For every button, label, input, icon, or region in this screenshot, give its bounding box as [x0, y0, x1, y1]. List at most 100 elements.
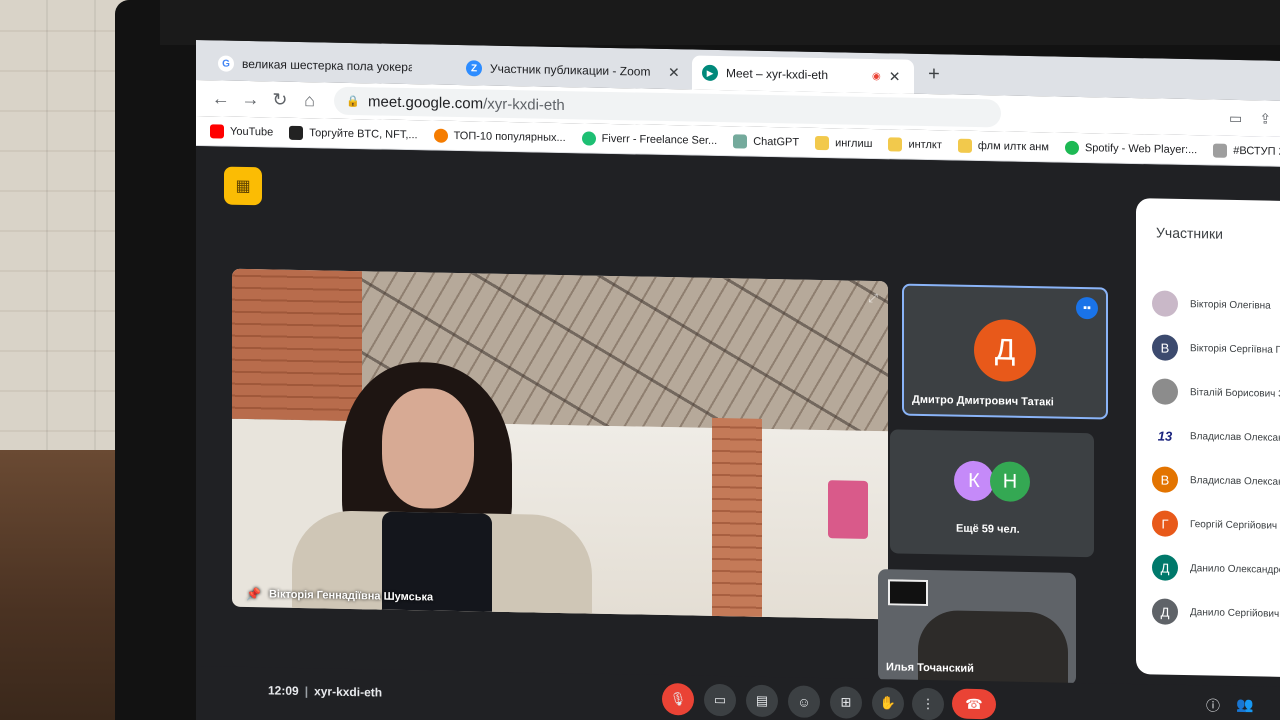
main-speaker-name: Вікторія Геннадіївна Шумська	[268, 588, 434, 604]
meeting-code: xyr-kxdi-eth	[314, 684, 383, 700]
close-tab-icon[interactable]: ✕	[889, 68, 901, 85]
bookmark-label: инглиш	[835, 136, 873, 150]
captions-icon[interactable]: ▤	[746, 684, 778, 718]
fiverr-icon	[581, 130, 596, 146]
people-icon[interactable]: 👥	[1236, 696, 1253, 713]
participant-avatar: В	[1152, 466, 1178, 493]
video-pillar	[712, 417, 762, 619]
present-screen-icon[interactable]: ⊞	[830, 686, 862, 719]
participant-row[interactable]: Д Данило Сергійович Іпп...	[1152, 598, 1280, 627]
spotify-icon	[1064, 140, 1079, 155]
participant-row[interactable]: В Владислав Олександр...	[1152, 466, 1280, 495]
info-icon[interactable]: ⓘ	[1206, 695, 1220, 715]
bookmark-folder[interactable]: флм илтк анм	[957, 138, 1049, 154]
bookmark-fiverr[interactable]: Fiverr - Freelance Ser...	[581, 130, 718, 148]
emoji-icon[interactable]: ☺	[788, 685, 820, 718]
google-icon: G	[218, 55, 234, 72]
cast-icon[interactable]: ▭	[1221, 102, 1251, 135]
expand-icon[interactable]: ⤢	[868, 291, 878, 306]
participant-tile-active[interactable]: Д ▪▪ Дмитро Дмитрович Татакі	[902, 283, 1108, 420]
participant-row[interactable]: Д Данило Олександров...	[1152, 554, 1280, 583]
bookmark-label: интлкт	[908, 138, 942, 151]
reload-icon[interactable]: ↻	[265, 83, 295, 116]
participant-row[interactable]: Вікторія Олегівна	[1152, 290, 1271, 318]
participant-avatar: Д	[1152, 554, 1178, 581]
participant-tile-group[interactable]: К Н Ещё 59 чел.	[890, 429, 1094, 558]
participants-panel: Участники Вікторія Олегівна В Вікторія С…	[1136, 198, 1280, 678]
participant-name: Вікторія Сергіївна Гу	[1190, 342, 1280, 356]
participant-name: Владислав Олександр...	[1190, 474, 1280, 488]
participant-avatar: Д	[974, 318, 1036, 383]
participant-name: Владислав Олександр	[1190, 430, 1280, 444]
participant-name: Илья Точанский	[886, 661, 974, 675]
more-options-icon[interactable]: ⋮	[912, 687, 944, 720]
participant-row[interactable]: 13 Владислав Олександр	[1152, 422, 1280, 451]
bookmark-folder[interactable]: интлкт	[888, 136, 942, 152]
meet-control-bar: 12:09 | xyr-kxdi-eth 🎙 ▭ ▤ ☺ ⊞ ✋ ⋮ ☎ ⓘ 👥	[196, 666, 1280, 720]
pin-icon[interactable]: 📌	[246, 587, 261, 601]
site-icon	[1213, 143, 1228, 158]
participant-name: Данило Сергійович Іпп...	[1190, 606, 1280, 620]
mic-off-icon[interactable]: 🎙	[662, 682, 694, 716]
bookmark-label: ChatGPT	[753, 135, 800, 149]
tab-title: Участник публикации - Zoom	[490, 61, 651, 79]
bookmark-vstup[interactable]: #ВСТУП 2023 | e	[1213, 143, 1280, 159]
meet-stage: ▦ ⤢ 📌 Вікторія Геннадіївна Шумська Д ▪▪ …	[196, 146, 1280, 720]
participant-row[interactable]: В Вікторія Сергіївна Гу	[1152, 334, 1280, 363]
lock-icon: 🔒	[346, 95, 361, 108]
bookmark-label: #ВСТУП 2023 | e	[1233, 144, 1280, 158]
tab-zoom[interactable]: Z Участник публикации - Zoom ✕	[456, 51, 690, 89]
participant-avatar: В	[1152, 334, 1178, 361]
speaking-indicator-icon: ▪▪	[1076, 296, 1098, 320]
participant-avatar	[1152, 290, 1178, 317]
url-domain: meet.google.com	[368, 92, 484, 113]
laptop-bezel-top	[160, 0, 1280, 45]
bookmark-label: Spotify - Web Player:...	[1084, 141, 1198, 156]
participant-name: Данило Олександров...	[1190, 562, 1280, 576]
meeting-time: 12:09	[268, 683, 299, 698]
participant-row[interactable]: Віталій Борисович За	[1152, 378, 1280, 407]
video-person	[272, 359, 592, 620]
participant-row[interactable]: Г Георгій Сергійович Ко	[1152, 510, 1280, 539]
meeting-time-and-code: 12:09 | xyr-kxdi-eth	[268, 683, 383, 700]
tab-meet[interactable]: ▶ Meet – xyr-kxdi-eth ◉ ✕	[692, 55, 914, 94]
video-cloth	[828, 480, 868, 539]
tab-google-search[interactable]: G великая шестерка пола уокера - Г	[208, 46, 422, 84]
folder-icon	[957, 138, 972, 153]
folder-icon	[888, 136, 903, 152]
back-icon[interactable]: ←	[206, 82, 236, 115]
bookmark-label: ТОП-10 популярных...	[453, 129, 566, 144]
participant-tile-camera[interactable]: Илья Точанский	[878, 569, 1076, 685]
participant-avatar: К	[954, 460, 994, 502]
close-tab-icon[interactable]: ✕	[668, 64, 680, 81]
bookmark-label: флм илтк анм	[977, 139, 1049, 153]
participant-name: Вікторія Олегівна	[1190, 298, 1271, 312]
new-tab-button[interactable]: +	[922, 62, 946, 86]
bookmark-label: Fiverr - Freelance Ser...	[601, 132, 718, 147]
raise-hand-icon[interactable]: ✋	[872, 686, 904, 720]
bookmark-spotify[interactable]: Spotify - Web Player:...	[1064, 140, 1198, 157]
more-participants-label: Ещё 59 чел.	[956, 522, 1020, 536]
exchange-icon	[289, 125, 304, 140]
bookmark-label: Торгуйте BTC, NFT,...	[309, 126, 418, 141]
participant-avatar: Г	[1152, 510, 1178, 537]
zoom-icon: Z	[466, 60, 482, 77]
leave-call-icon[interactable]: ☎	[952, 688, 996, 720]
folder-icon	[815, 135, 830, 150]
bookmark-top10[interactable]: ТОП-10 популярных...	[433, 128, 566, 145]
participant-avatar: Н	[990, 461, 1030, 503]
bookmark-crypto[interactable]: Торгуйте BTC, NFT,...	[289, 125, 418, 141]
participant-name: Віталій Борисович За	[1190, 386, 1280, 400]
forward-icon[interactable]: →	[236, 83, 266, 116]
share-icon[interactable]: ⇪	[1250, 102, 1280, 135]
home-icon[interactable]: ⌂	[295, 84, 325, 117]
no-camera-badge-icon[interactable]: ▦	[224, 166, 262, 206]
bookmark-youtube[interactable]: YouTube	[210, 123, 273, 139]
bookmark-folder[interactable]: инглиш	[815, 135, 872, 150]
camera-icon[interactable]: ▭	[704, 683, 736, 717]
bookmark-chatgpt[interactable]: ChatGPT	[733, 133, 800, 149]
participant-name: Дмитро Дмитрович Татакі	[912, 393, 1054, 409]
participant-avatar: Д	[1152, 598, 1178, 625]
main-video-tile[interactable]: ⤢ 📌 Вікторія Геннадіївна Шумська	[232, 268, 888, 620]
participant-avatar	[1152, 378, 1178, 405]
